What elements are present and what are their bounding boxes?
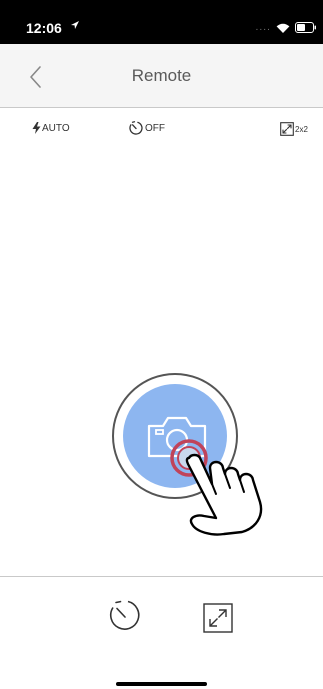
self-timer-icon bbox=[109, 600, 140, 630]
bottom-timer-button[interactable] bbox=[107, 598, 143, 634]
location-arrow-icon bbox=[71, 21, 79, 29]
flash-label: AUTO bbox=[42, 122, 70, 134]
settings-row: AUTO OFF 2x2 bbox=[0, 120, 323, 144]
signal-dots: .... bbox=[255, 22, 271, 33]
shutter-inner bbox=[123, 384, 227, 488]
expand-icon bbox=[280, 122, 294, 136]
status-time: 12:06 bbox=[26, 20, 62, 36]
bottom-divider bbox=[0, 576, 323, 577]
flash-setting[interactable]: AUTO bbox=[32, 122, 70, 134]
battery-icon bbox=[295, 22, 316, 33]
status-right: .... bbox=[256, 22, 317, 33]
flash-icon bbox=[32, 122, 41, 134]
nav-bar: Remote bbox=[0, 44, 323, 108]
print-size-label: 2x2 bbox=[295, 124, 308, 134]
camera-icon bbox=[147, 416, 207, 458]
expand-icon bbox=[203, 603, 233, 633]
page-title: Remote bbox=[131, 66, 192, 85]
home-indicator[interactable] bbox=[116, 682, 207, 686]
timer-label: OFF bbox=[145, 122, 165, 134]
shutter-area bbox=[112, 373, 238, 499]
wifi-icon bbox=[276, 23, 290, 33]
status-bar: 12:06 .... bbox=[0, 0, 323, 44]
shutter-button[interactable] bbox=[112, 373, 238, 499]
self-timer-icon bbox=[129, 121, 143, 135]
timer-setting[interactable]: OFF bbox=[128, 120, 165, 136]
print-size-setting[interactable]: 2x2 bbox=[280, 122, 308, 136]
bottom-size-button[interactable] bbox=[203, 603, 233, 633]
